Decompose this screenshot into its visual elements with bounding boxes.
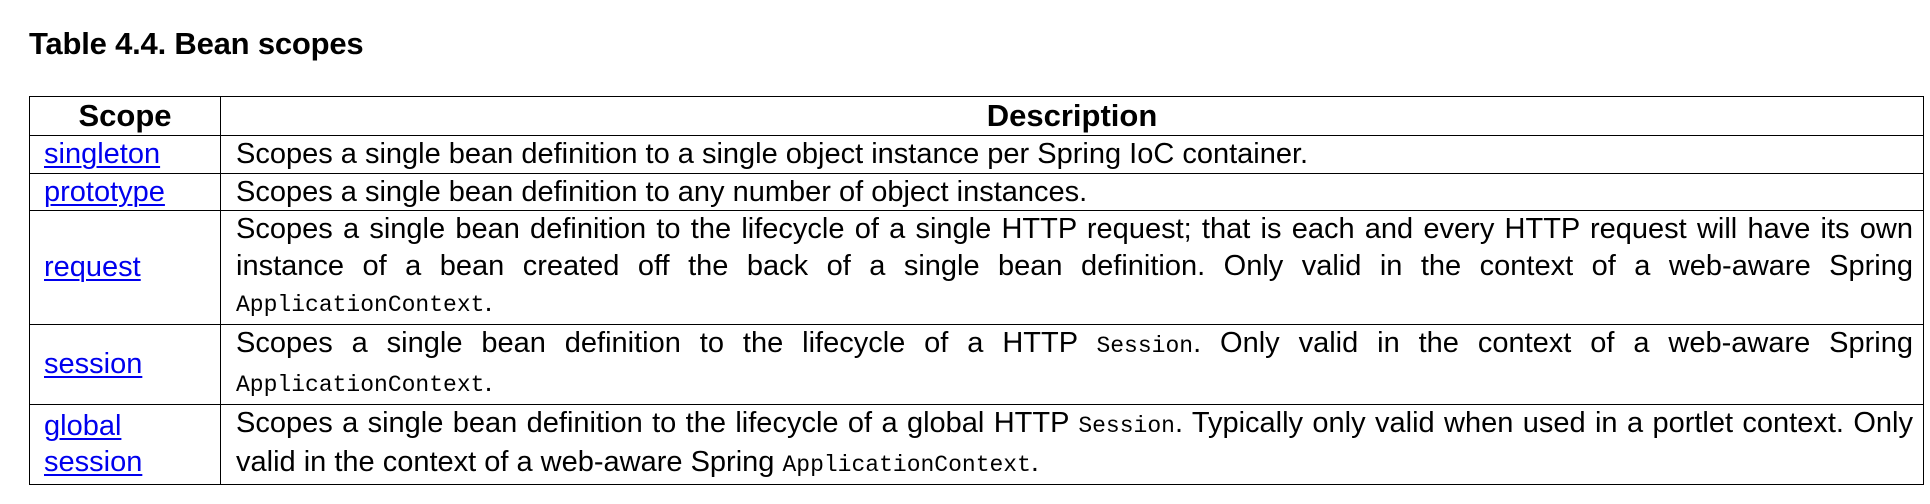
scope-cell: global session bbox=[29, 403, 221, 485]
scope-cell: session bbox=[29, 323, 221, 405]
code-literal: ApplicationContext bbox=[236, 292, 485, 318]
table-row: prototype Scopes a single bean definitio… bbox=[29, 172, 1924, 211]
table-header-row: Scope Description bbox=[29, 96, 1924, 136]
description-text: Scopes a single bean definition to a sin… bbox=[236, 138, 1309, 170]
description-cell: Scopes a single bean definition to any n… bbox=[220, 172, 1924, 211]
scope-cell: prototype bbox=[29, 172, 221, 211]
description-cell: Scopes a single bean definition to a sin… bbox=[220, 135, 1924, 174]
description-text: Scopes a single bean definition to the l… bbox=[236, 213, 1913, 282]
description-cell: Scopes a single bean definition to the l… bbox=[220, 323, 1924, 405]
description-cell: Scopes a single bean definition to the l… bbox=[220, 403, 1924, 485]
description-text: Scopes a single bean definition to the l… bbox=[236, 326, 1097, 359]
document-page: Table 4.4. Bean scopes Scope Description… bbox=[0, 0, 1930, 504]
scope-link-global-session[interactable]: global session bbox=[44, 410, 142, 479]
description-text: . bbox=[484, 366, 493, 398]
scope-link-request[interactable]: request bbox=[44, 251, 141, 283]
description-text: . bbox=[1030, 446, 1039, 478]
scope-link-singleton[interactable]: singleton bbox=[44, 138, 160, 170]
column-header-description: Description bbox=[220, 96, 1924, 136]
description-text: . bbox=[484, 286, 493, 318]
bean-scopes-table: Scope Description singleton Scopes a sin… bbox=[29, 96, 1924, 485]
description-text: Scopes a single bean definition to any n… bbox=[236, 175, 1088, 208]
column-header-scope: Scope bbox=[29, 96, 221, 136]
table-row: session Scopes a single bean definition … bbox=[29, 323, 1924, 405]
scope-link-prototype[interactable]: prototype bbox=[44, 176, 165, 208]
table-row: singleton Scopes a single bean definitio… bbox=[29, 135, 1924, 174]
description-cell: Scopes a single bean definition to the l… bbox=[220, 210, 1924, 325]
scope-cell: singleton bbox=[29, 135, 221, 174]
description-text: Scopes a single bean definition to the l… bbox=[236, 406, 1079, 439]
table-row: request Scopes a single bean definition … bbox=[29, 210, 1924, 325]
scope-link-session[interactable]: session bbox=[44, 348, 142, 380]
table-caption: Table 4.4. Bean scopes bbox=[29, 26, 364, 61]
code-literal: Session bbox=[1096, 332, 1194, 359]
code-literal: ApplicationContext bbox=[236, 372, 485, 398]
scope-cell: request bbox=[29, 210, 221, 325]
description-text: . Only valid in the context of a web-awa… bbox=[1193, 326, 1913, 359]
code-literal: ApplicationContext bbox=[782, 452, 1031, 478]
table-row: global session Scopes a single bean defi… bbox=[29, 403, 1924, 485]
code-literal: Session bbox=[1078, 412, 1175, 439]
